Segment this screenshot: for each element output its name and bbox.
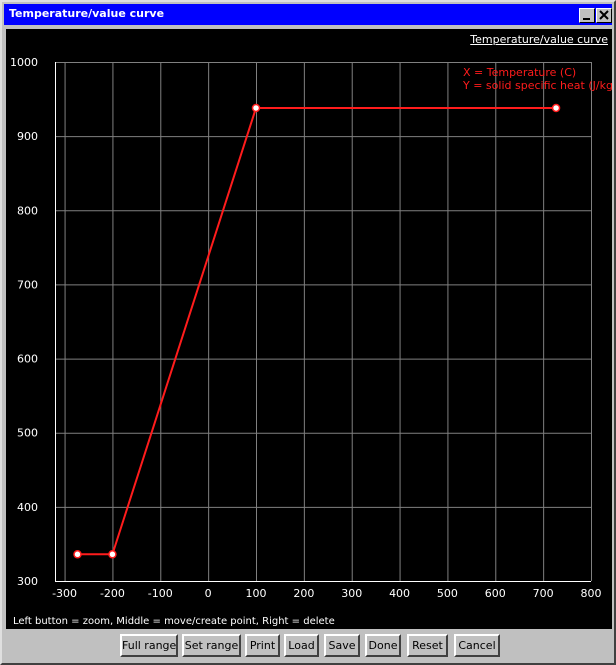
title-bar[interactable]: Temperature/value curve <box>4 4 612 25</box>
x-tick-label: 700 <box>533 587 554 600</box>
done-button[interactable]: Done <box>365 634 401 657</box>
cancel-button[interactable]: Cancel <box>454 634 500 657</box>
curve-point[interactable] <box>73 550 82 559</box>
axes <box>55 62 591 582</box>
y-tick-label: 900 <box>17 130 38 143</box>
curve-chart[interactable]: 300 400 500 600 700 800 900 1000 -300 -200 -100 0 10… <box>6 29 612 629</box>
series <box>77 106 557 556</box>
legend: X = Temperature (C) Y = solid specific h… <box>463 66 612 92</box>
y-tick-label: 300 <box>17 575 38 588</box>
window-title: Temperature/value curve <box>9 7 165 20</box>
plot-area[interactable]: 300 400 500 600 700 800 900 1000 -300 -200 -100 0 10… <box>6 29 612 629</box>
y-tick-label: 700 <box>17 278 38 291</box>
reset-button[interactable]: Reset <box>407 634 448 657</box>
minimize-icon <box>583 18 590 20</box>
x-tick-label: 100 <box>246 587 267 600</box>
x-tick-label: 0 <box>205 587 212 600</box>
x-tick-label: 800 <box>581 587 602 600</box>
x-tick-label: -300 <box>52 587 77 600</box>
set-range-button[interactable]: Set range <box>182 634 241 657</box>
series-line <box>77 106 557 556</box>
load-button[interactable]: Load <box>284 634 319 657</box>
legend-x-label: X = Temperature (C) <box>463 66 577 79</box>
print-button[interactable]: Print <box>245 634 280 657</box>
x-tick-label: -100 <box>148 587 173 600</box>
curve-title: Temperature/value curve <box>470 33 608 46</box>
minimize-button[interactable] <box>579 8 595 23</box>
y-tick-label: 400 <box>17 501 38 514</box>
full-range-button[interactable]: Full range <box>120 634 178 657</box>
x-tick-label: 300 <box>341 587 362 600</box>
y-tick-label: 1000 <box>10 56 38 69</box>
legend-y-label: Y = solid specific heat (J/kg-K) <box>463 79 612 92</box>
y-tick-label: 600 <box>17 353 38 366</box>
close-icon <box>599 10 609 20</box>
y-tick-label: 500 <box>17 427 38 440</box>
button-bar: Full range Set range Print Load Save Don… <box>6 631 612 661</box>
save-button[interactable]: Save <box>324 634 360 657</box>
x-tick-label: 400 <box>389 587 410 600</box>
x-tick-label: 200 <box>293 587 314 600</box>
data-points[interactable] <box>73 103 561 559</box>
x-tick-label: 500 <box>437 587 458 600</box>
status-text: Left button = zoom, Middle = move/create… <box>13 616 335 627</box>
tick-labels: 300 400 500 600 700 800 900 1000 -300 -200 -100 0 10… <box>10 56 602 600</box>
grid-lines <box>55 62 592 582</box>
curve-point[interactable] <box>551 103 561 113</box>
curve-point[interactable] <box>251 103 261 113</box>
curve-window: Temperature/value curve 300 400 500 600 700 8… <box>0 0 616 665</box>
y-tick-label: 800 <box>17 204 38 217</box>
x-tick-label: 600 <box>485 587 506 600</box>
close-button[interactable] <box>596 8 612 23</box>
curve-point[interactable] <box>108 550 117 559</box>
x-tick-label: -200 <box>100 587 125 600</box>
